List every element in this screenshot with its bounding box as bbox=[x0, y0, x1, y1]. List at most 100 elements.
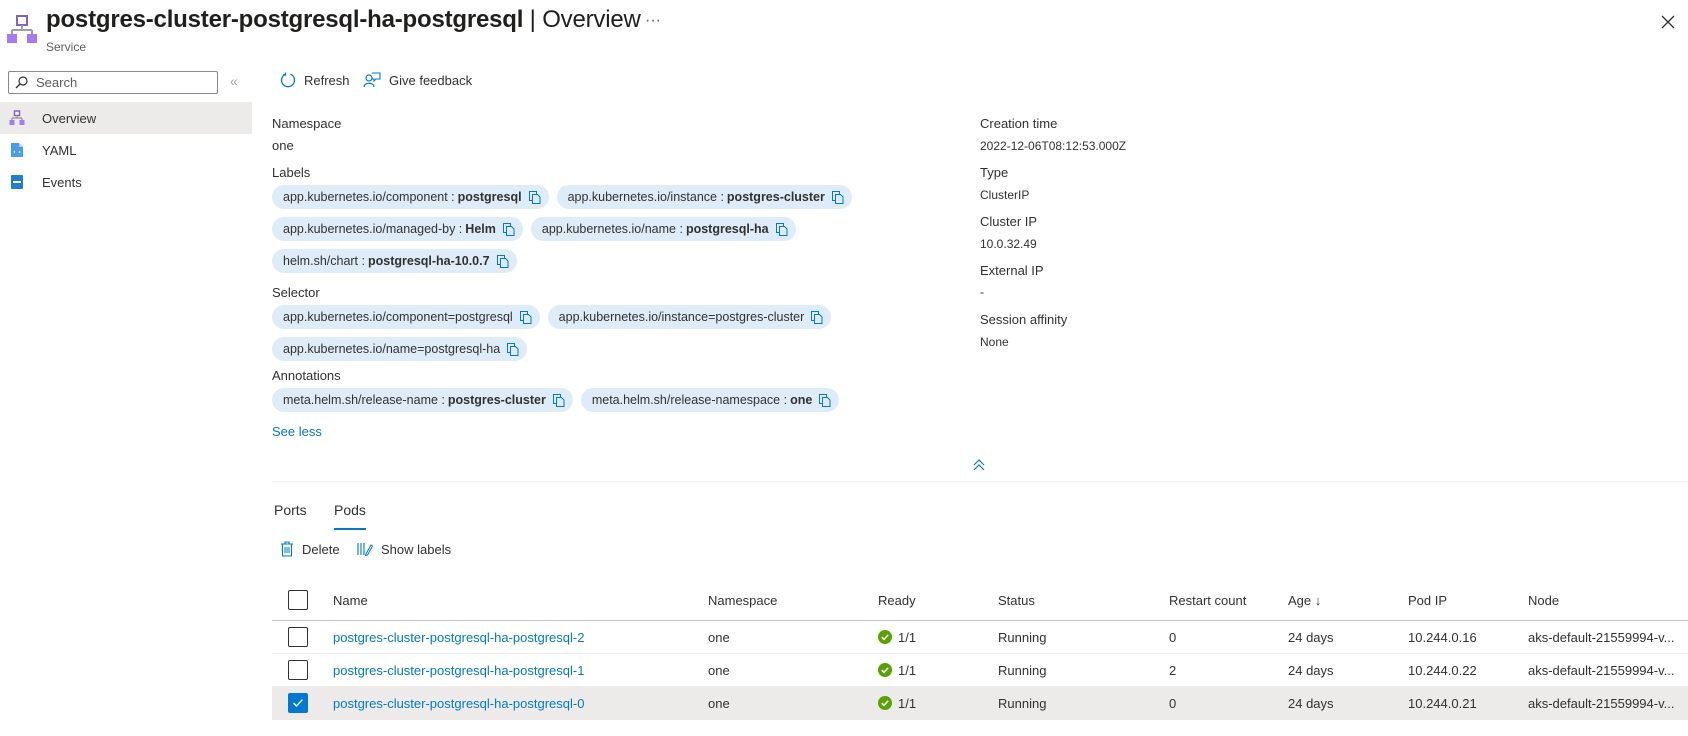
pod-node: aks-default-21559994-v... bbox=[1528, 695, 1675, 711]
creation-time-value: 2022-12-06T08:12:53.000Z bbox=[980, 139, 1127, 153]
sidebar-item-label: Overview bbox=[42, 110, 97, 126]
pod-age: 24 days bbox=[1288, 662, 1334, 678]
row-checkbox[interactable] bbox=[288, 660, 308, 680]
section-divider bbox=[272, 481, 1688, 482]
row-checkbox[interactable] bbox=[288, 693, 308, 713]
service-icon bbox=[7, 15, 37, 43]
pod-node: aks-default-21559994-v... bbox=[1528, 629, 1675, 645]
select-all-checkbox[interactable] bbox=[288, 590, 308, 610]
service-icon bbox=[9, 110, 25, 126]
show-labels-label: Show labels bbox=[381, 541, 452, 557]
give-feedback-button[interactable]: Give feedback bbox=[363, 72, 472, 88]
pod-namespace: one bbox=[708, 629, 730, 645]
pod-status: Running bbox=[998, 629, 1047, 645]
creation-time-label: Creation time bbox=[980, 116, 1058, 131]
sidebar-item-label: YAML bbox=[42, 142, 77, 158]
resource-name: postgres-cluster-postgresql-ha-postgresq… bbox=[46, 6, 524, 33]
events-icon bbox=[9, 174, 25, 190]
pod-status: Running bbox=[998, 662, 1047, 678]
namespace-value: one bbox=[272, 138, 294, 153]
refresh-label: Refresh bbox=[304, 72, 350, 88]
external-ip-value: - bbox=[980, 285, 984, 299]
table-header: Name Namespace Ready Status Restart coun… bbox=[272, 580, 1688, 621]
see-less-link[interactable]: See less bbox=[272, 424, 322, 439]
table-row[interactable]: postgres-cluster-postgresql-ha-postgresq… bbox=[272, 687, 1688, 720]
pod-ready: 1/1 bbox=[898, 662, 917, 678]
check-circle-icon bbox=[878, 630, 892, 644]
collapse-sidebar-button[interactable]: « bbox=[230, 73, 238, 89]
show-labels-icon bbox=[357, 543, 373, 557]
copy-icon[interactable] bbox=[775, 222, 788, 236]
collapse-essentials-icon[interactable] bbox=[972, 458, 986, 472]
pod-age: 24 days bbox=[1288, 695, 1334, 711]
label-chip: app.kubernetes.io/component : postgresql bbox=[272, 185, 549, 209]
label-chip: app.kubernetes.io/name : postgresql-ha bbox=[530, 217, 796, 241]
annotation-chip: meta.helm.sh/release-name : postgres-clus… bbox=[272, 388, 573, 412]
show-labels-button[interactable]: Show labels bbox=[357, 541, 451, 557]
copy-icon[interactable] bbox=[496, 254, 509, 268]
search-box[interactable] bbox=[8, 71, 218, 94]
namespace-label: Namespace bbox=[272, 116, 342, 131]
delete-label: Delete bbox=[302, 541, 340, 557]
copy-icon[interactable] bbox=[519, 310, 532, 324]
feedback-icon bbox=[363, 72, 381, 88]
table-row[interactable]: postgres-cluster-postgresql-ha-postgresq… bbox=[272, 654, 1688, 687]
copy-icon[interactable] bbox=[528, 190, 541, 204]
more-options-button[interactable]: ··· bbox=[645, 12, 661, 30]
column-header-ready[interactable]: Ready bbox=[878, 593, 998, 608]
pod-restart-count: 0 bbox=[1169, 695, 1177, 711]
sidebar-item-label: Events bbox=[42, 174, 82, 190]
copy-icon[interactable] bbox=[831, 190, 844, 204]
pod-ready: 1/1 bbox=[898, 695, 917, 711]
feedback-label: Give feedback bbox=[389, 72, 473, 88]
search-input[interactable] bbox=[34, 74, 214, 91]
pod-name-link[interactable]: postgres-cluster-postgresql-ha-postgresq… bbox=[333, 696, 708, 711]
refresh-button[interactable]: Refresh bbox=[280, 72, 350, 88]
selector-label: Selector bbox=[272, 285, 320, 300]
sidebar-item-events[interactable]: Events bbox=[0, 166, 252, 198]
resource-type: Service bbox=[46, 40, 87, 54]
sidebar-item-overview[interactable]: Overview bbox=[0, 102, 252, 134]
column-header-status[interactable]: Status bbox=[998, 593, 1169, 608]
tab-pods[interactable]: Pods bbox=[334, 502, 366, 530]
pod-ip: 10.244.0.22 bbox=[1408, 662, 1477, 678]
column-header-age[interactable]: Age ↓ bbox=[1288, 593, 1408, 608]
copy-icon[interactable] bbox=[502, 222, 515, 236]
pod-name-link[interactable]: postgres-cluster-postgresql-ha-postgresq… bbox=[333, 630, 708, 645]
selector-chip: app.kubernetes.io/name=postgresql-ha bbox=[272, 337, 528, 361]
pod-node: aks-default-21559994-v... bbox=[1528, 662, 1675, 678]
pod-ip: 10.244.0.16 bbox=[1408, 629, 1477, 645]
copy-icon[interactable] bbox=[507, 342, 519, 356]
page-title: postgres-cluster-postgresql-ha-postgresq… bbox=[46, 6, 641, 33]
pod-namespace: one bbox=[708, 695, 730, 711]
external-ip-label: External IP bbox=[980, 263, 1044, 278]
delete-button[interactable]: Delete bbox=[280, 541, 340, 557]
sidebar-item-yaml[interactable]: YAML bbox=[0, 134, 252, 166]
session-affinity-label: Session affinity bbox=[980, 312, 1068, 327]
check-circle-icon bbox=[878, 696, 892, 710]
close-icon[interactable] bbox=[1660, 14, 1676, 30]
label-chip: helm.sh/chart : postgresql-ha-10.0.7 bbox=[272, 249, 517, 273]
copy-icon[interactable] bbox=[552, 393, 565, 407]
pod-restart-count: 0 bbox=[1169, 629, 1177, 645]
column-header-name[interactable]: Name bbox=[333, 593, 708, 608]
table-row[interactable]: postgres-cluster-postgresql-ha-postgresq… bbox=[272, 621, 1688, 654]
annotations-label: Annotations bbox=[272, 368, 341, 383]
row-checkbox[interactable] bbox=[288, 627, 308, 647]
cluster-ip-label: Cluster IP bbox=[980, 214, 1038, 229]
pod-name-link[interactable]: postgres-cluster-postgresql-ha-postgresq… bbox=[333, 663, 708, 678]
tab-ports[interactable]: Ports bbox=[274, 502, 307, 528]
section-name: Overview bbox=[542, 6, 641, 33]
selector-chip: app.kubernetes.io/component=postgresql bbox=[272, 305, 540, 329]
column-header-node[interactable]: Node bbox=[1528, 593, 1678, 608]
label-chip: app.kubernetes.io/instance : postgres-clu… bbox=[556, 185, 852, 209]
pods-table: Name Namespace Ready Status Restart coun… bbox=[272, 580, 1688, 720]
copy-icon[interactable] bbox=[811, 310, 823, 324]
pod-status: Running bbox=[998, 695, 1047, 711]
copy-icon[interactable] bbox=[819, 393, 831, 407]
labels-label: Labels bbox=[272, 165, 311, 180]
column-header-namespace[interactable]: Namespace bbox=[708, 593, 878, 608]
column-header-restart-count[interactable]: Restart count bbox=[1169, 593, 1288, 608]
column-header-pod-ip[interactable]: Pod IP bbox=[1408, 593, 1528, 608]
label-chip: app.kubernetes.io/managed-by : Helm bbox=[272, 217, 523, 241]
